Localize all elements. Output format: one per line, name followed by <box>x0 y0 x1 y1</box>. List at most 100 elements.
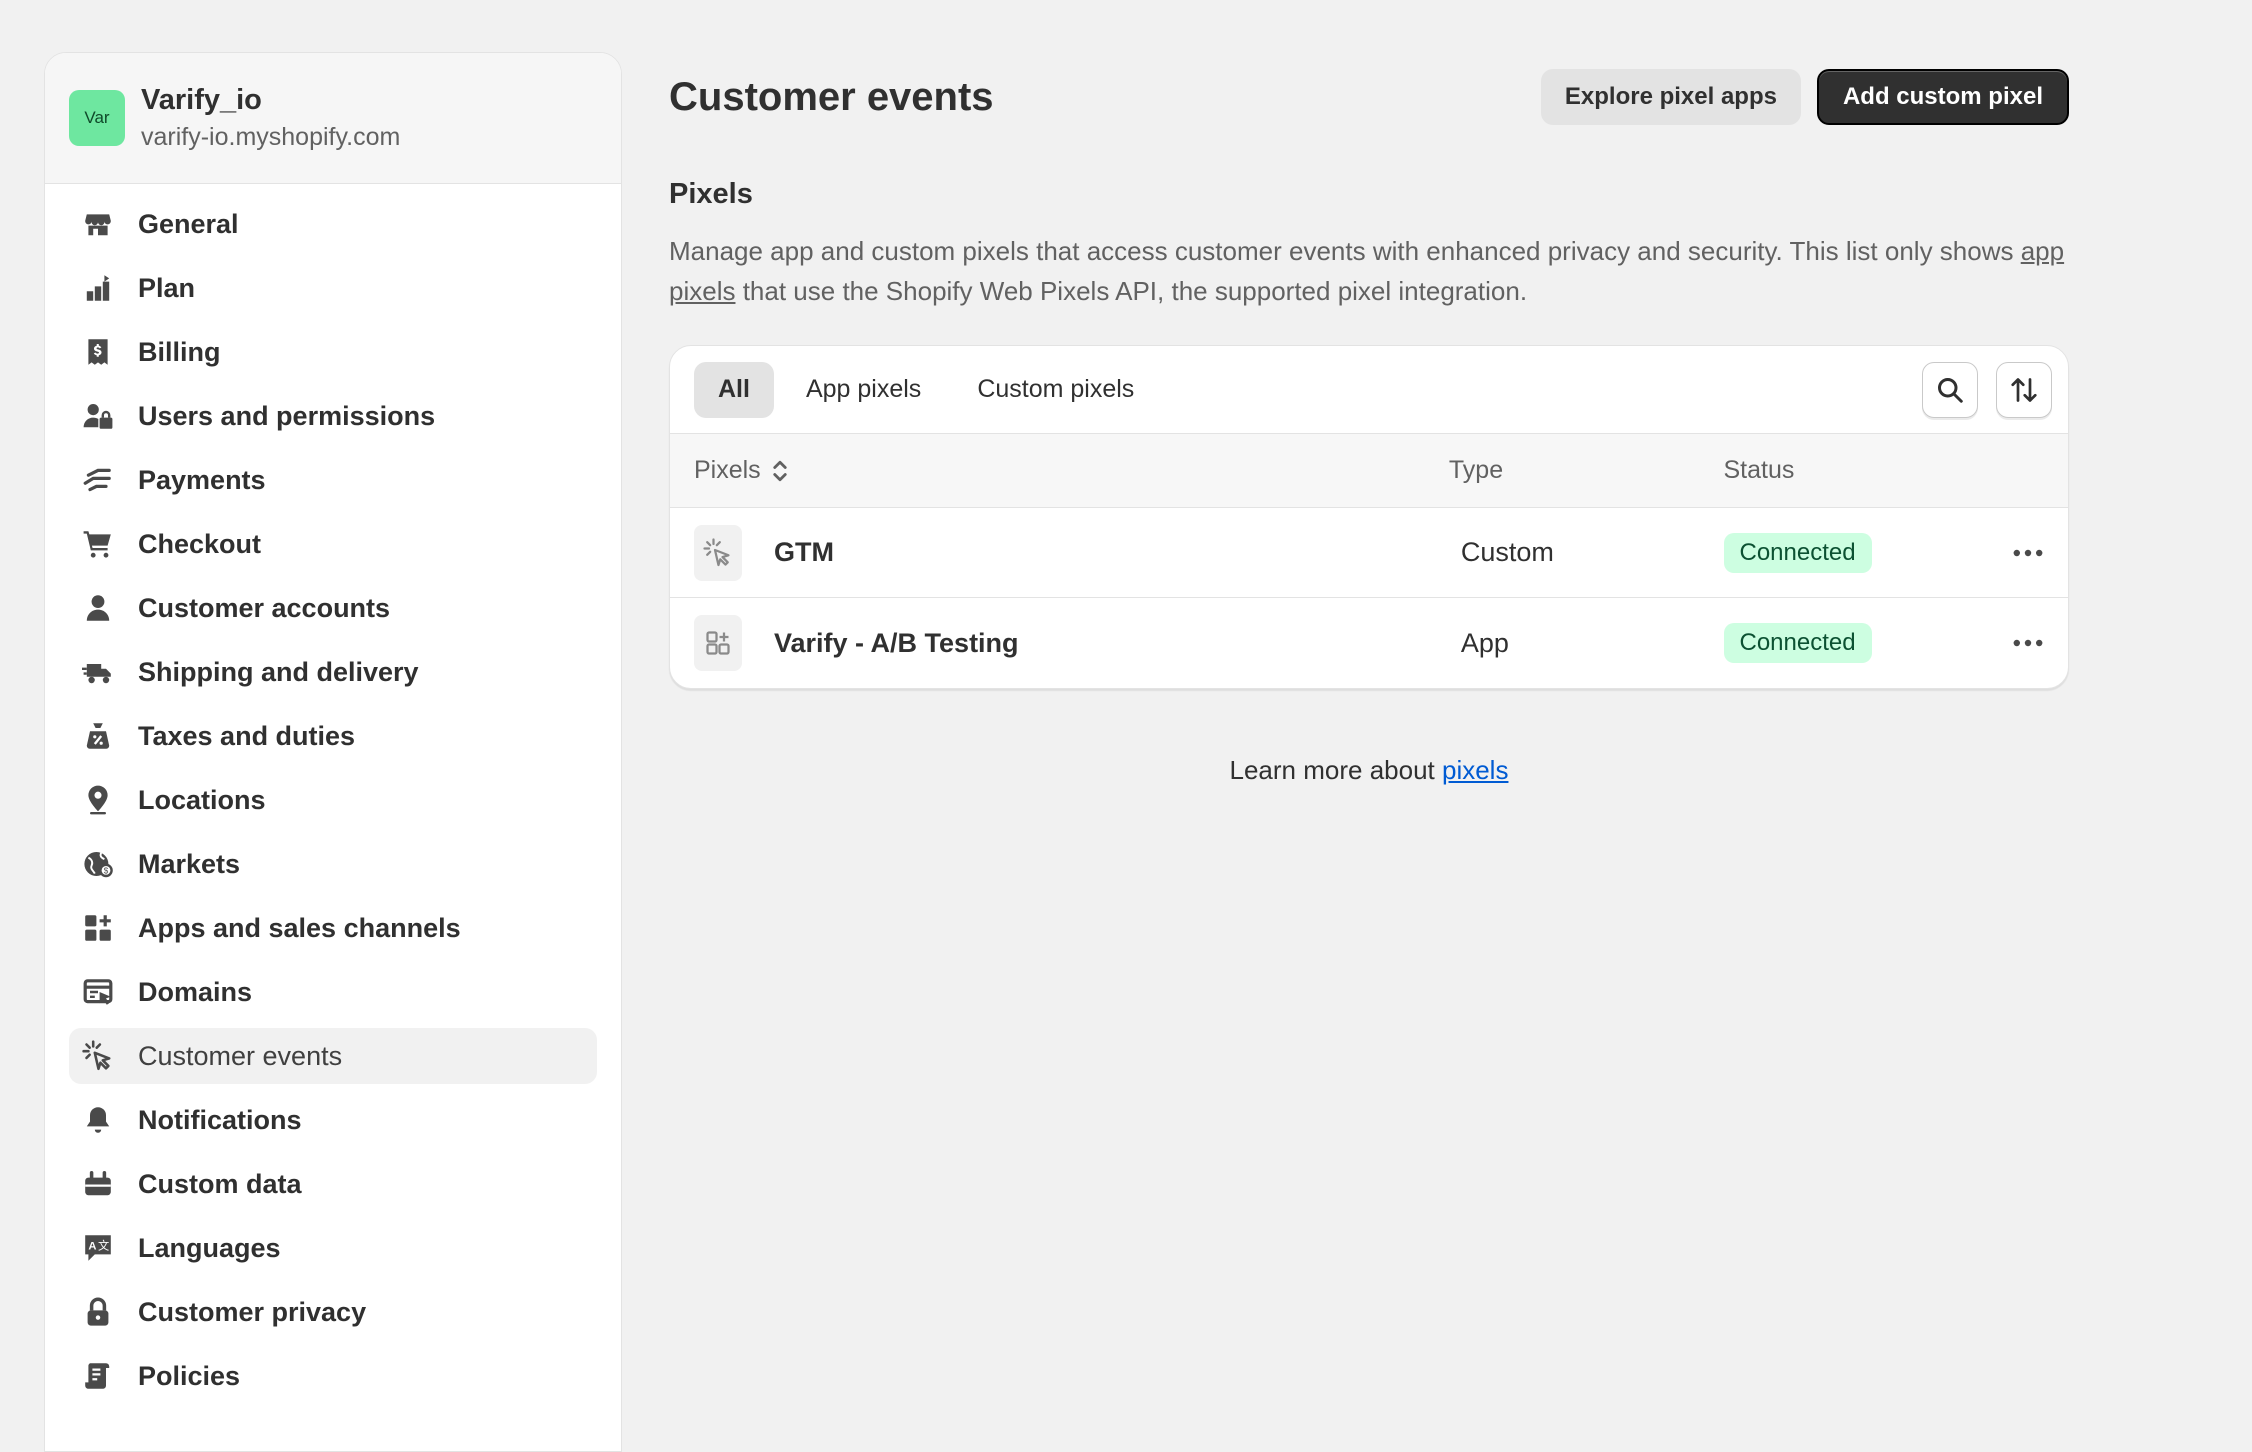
header-actions: Explore pixel apps Add custom pixel <box>1540 69 2069 125</box>
pixel-type: Custom <box>1460 537 1554 567</box>
sidebar-item-plan[interactable]: Plan <box>69 260 597 316</box>
lock-icon <box>81 1295 115 1329</box>
sidebar-item-customer-privacy[interactable]: Customer privacy <box>69 1284 597 1340</box>
sidebar-item-billing[interactable]: Billing <box>69 324 597 380</box>
pixel-thumbnail <box>694 615 742 671</box>
table-row[interactable]: Varify - A/B Testing App Connected <box>670 598 2068 688</box>
sidebar-item-shipping-and-delivery[interactable]: Shipping and delivery <box>69 644 597 700</box>
more-actions-button[interactable] <box>2003 623 2053 663</box>
sort-button[interactable] <box>1996 361 2052 418</box>
search-button[interactable] <box>1922 361 1978 418</box>
policy-icon <box>81 1359 115 1393</box>
sidebar-item-users-and-permissions[interactable]: Users and permissions <box>69 388 597 444</box>
sidebar-item-notifications[interactable]: Notifications <box>69 1092 597 1148</box>
sidebar-item-label: Domains <box>138 976 253 1007</box>
pixels-section-description: Manage app and custom pixels that access… <box>669 231 2069 311</box>
pixel-cell: Varify - A/B Testing <box>670 615 1449 671</box>
column-header-type: Type <box>1448 456 1504 484</box>
status-badge: Connected <box>1723 623 1872 663</box>
bell-icon <box>81 1103 115 1137</box>
learn-more: Learn more about pixels <box>669 755 2069 786</box>
sidebar-item-label: Payments <box>138 464 266 495</box>
cursor-click-icon <box>81 1039 115 1073</box>
more-actions-button[interactable] <box>2003 533 2053 573</box>
sidebar-item-label: Languages <box>138 1232 281 1263</box>
pixel-name: GTM <box>774 537 834 567</box>
person-icon <box>81 591 115 625</box>
billing-icon <box>81 335 115 369</box>
svg-text:文: 文 <box>98 1239 109 1253</box>
pixel-cell: GTM <box>670 524 1449 581</box>
sidebar-item-general[interactable]: General <box>69 196 597 252</box>
tab-app-pixels[interactable]: App pixels <box>782 362 945 418</box>
truck-icon <box>81 655 115 689</box>
sidebar-item-label: Notifications <box>138 1104 302 1135</box>
settings-nav: General Plan Billing Users and permissio… <box>45 184 621 1404</box>
users-icon <box>81 399 115 433</box>
sidebar-item-domains[interactable]: Domains <box>69 964 597 1020</box>
sidebar-item-label: Users and permissions <box>138 400 436 431</box>
sidebar-item-label: Markets <box>138 848 241 879</box>
sidebar-item-checkout[interactable]: Checkout <box>69 516 597 572</box>
store-header[interactable]: Var Varify_io varify-io.myshopify.com <box>45 53 621 184</box>
location-pin-icon <box>81 783 115 817</box>
add-custom-pixel-button[interactable]: Add custom pixel <box>1816 69 2069 125</box>
sidebar-item-payments[interactable]: Payments <box>69 452 597 508</box>
sidebar-item-markets[interactable]: $ Markets <box>69 836 597 892</box>
sidebar-item-custom-data[interactable]: Custom data <box>69 1156 597 1212</box>
tab-all[interactable]: All <box>694 361 774 418</box>
ellipsis-icon <box>2013 549 2043 556</box>
page-header: Customer events Explore pixel apps Add c… <box>669 52 2069 142</box>
sidebar-item-languages[interactable]: A文 Languages <box>69 1220 597 1276</box>
pixels-toolbar: All App pixels Custom pixels <box>670 346 2068 434</box>
column-header-status: Status <box>1723 456 1795 484</box>
settings-sidebar: Var Varify_io varify-io.myshopify.com Ge… <box>44 52 622 1452</box>
app-grid-icon <box>706 631 730 655</box>
sidebar-item-label: Apps and sales channels <box>138 912 461 943</box>
pixels-card: All App pixels Custom pixels Pixels Type… <box>669 345 2069 689</box>
store-domain: varify-io.myshopify.com <box>141 123 401 151</box>
explore-pixel-apps-button[interactable]: Explore pixel apps <box>1540 69 1801 125</box>
description-text: that use the Shopify Web Pixels API, the… <box>735 276 1528 306</box>
cart-icon <box>81 527 115 561</box>
toolbar-actions <box>1922 361 2052 418</box>
sidebar-item-label: Checkout <box>138 528 262 559</box>
sidebar-item-label: Locations <box>138 784 266 815</box>
sidebar-item-customer-events[interactable]: Customer events <box>69 1028 597 1084</box>
status-cell: Connected <box>1723 623 2004 663</box>
sidebar-item-label: General <box>138 208 239 239</box>
sidebar-item-apps-and-sales-channels[interactable]: Apps and sales channels <box>69 900 597 956</box>
pixel-type: App <box>1460 627 1509 658</box>
sidebar-item-label: Customer events <box>138 1040 343 1071</box>
sort-arrows-icon <box>2011 377 2037 402</box>
status-badge: Connected <box>1723 532 1872 573</box>
svg-text:A: A <box>88 1241 96 1253</box>
table-row[interactable]: GTM Custom Connected <box>670 508 2068 598</box>
sidebar-item-label: Policies <box>138 1360 241 1391</box>
plan-icon <box>81 271 115 305</box>
custom-data-icon <box>81 1167 115 1201</box>
tab-custom-pixels[interactable]: Custom pixels <box>953 362 1158 418</box>
pixel-thumbnail <box>694 524 742 581</box>
row-actions <box>2003 533 2068 573</box>
pixels-section-title: Pixels <box>669 178 753 210</box>
status-cell: Connected <box>1723 532 2004 573</box>
sidebar-item-label: Billing <box>138 336 221 367</box>
store-name: Varify_io <box>141 84 262 116</box>
sidebar-item-taxes-and-duties[interactable]: Taxes and duties <box>69 708 597 764</box>
sidebar-item-label: Taxes and duties <box>138 720 356 751</box>
sidebar-item-label: Customer privacy <box>138 1296 367 1327</box>
sidebar-item-locations[interactable]: Locations <box>69 772 597 828</box>
column-header-pixels[interactable]: Pixels <box>670 456 1449 485</box>
globe-icon: $ <box>81 847 115 881</box>
sidebar-item-customer-accounts[interactable]: Customer accounts <box>69 580 597 636</box>
store-icon <box>81 207 115 241</box>
row-actions <box>2003 623 2068 663</box>
sidebar-item-policies[interactable]: Policies <box>69 1348 597 1404</box>
table-header: Pixels Type Status <box>670 434 2068 508</box>
sidebar-item-label: Customer accounts <box>138 592 391 623</box>
tax-icon <box>81 719 115 753</box>
payments-icon <box>81 463 115 497</box>
pixels-help-link[interactable]: pixels <box>1442 755 1508 785</box>
column-header-label: Pixels <box>694 456 761 484</box>
